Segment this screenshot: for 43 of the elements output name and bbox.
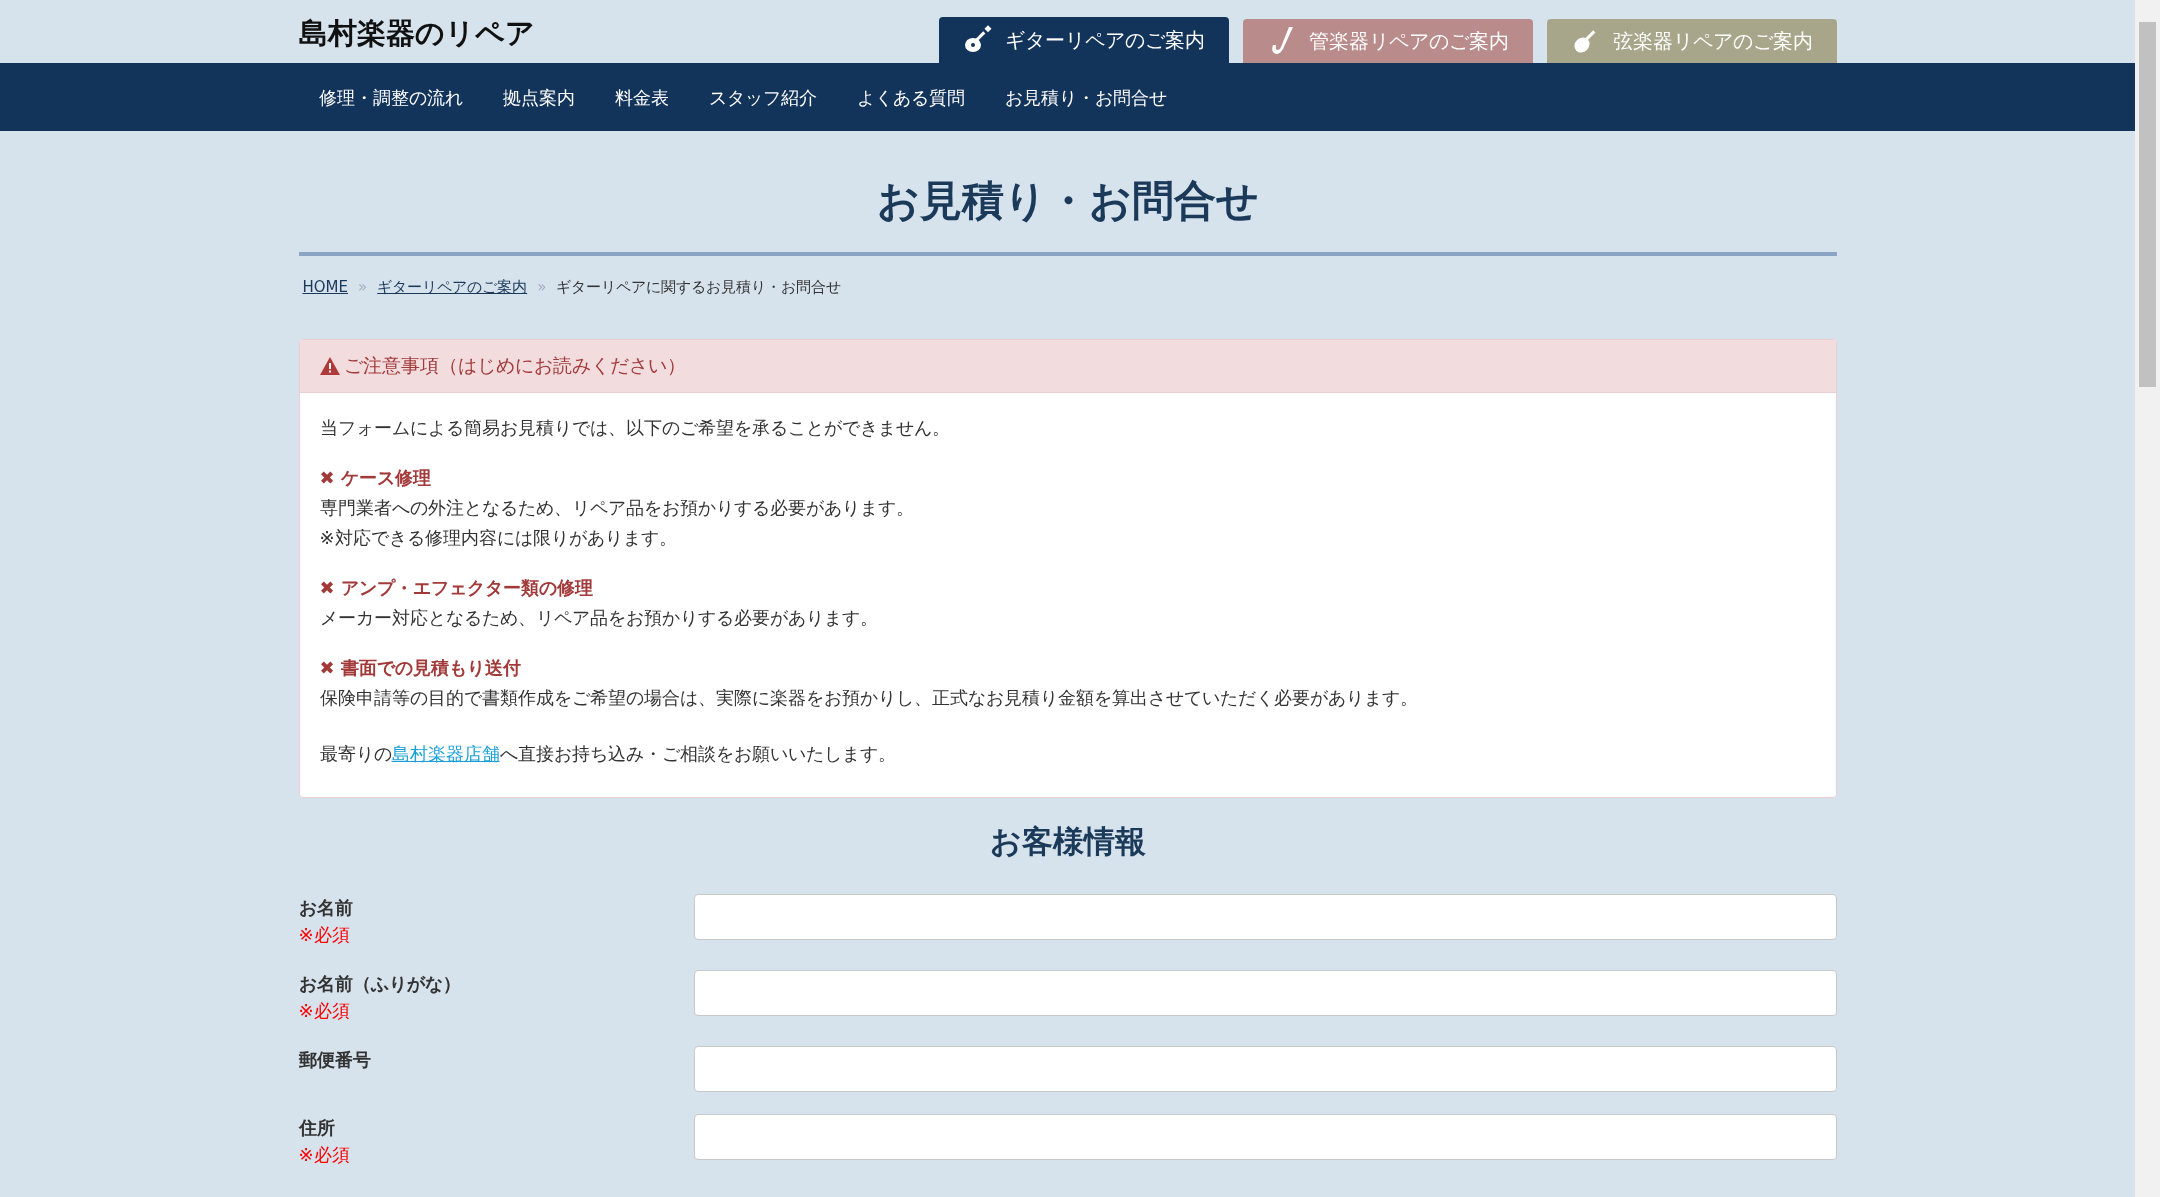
input-field[interactable] (693, 894, 1837, 940)
notice-closing: 最寄りの島村楽器店舗へ直接お持ち込み・ご相談をお願いいたします。 (319, 741, 897, 766)
scrollbar-thumb[interactable] (2139, 22, 2156, 387)
required-note: ※必須 (298, 999, 351, 1023)
scrollbar[interactable] (2135, 0, 2160, 1197)
notice-heading: ご注意事項（はじめにお読みください） (343, 353, 686, 379)
field-label: 郵便番号 (298, 1048, 372, 1072)
notice-item-title: 書面での見積もり送付 (340, 655, 521, 680)
nav-link[interactable]: スタッフ紹介 (708, 83, 817, 111)
notice-item-text: ※対応できる修理内容には限りがあります。 (319, 525, 678, 550)
input-field[interactable] (693, 1046, 1837, 1092)
breadcrumb-current: ギターリペアに関するお見積り・お問合せ (556, 277, 842, 298)
notice-item-text: メーカー対応となるため、リペア品をお預かりする必要があります。 (319, 605, 879, 630)
notice-item-title: ケース修理 (340, 465, 431, 490)
required-note: ※必須 (298, 1143, 351, 1167)
warning-icon (319, 356, 340, 375)
nav-link[interactable]: お見積り・お問合せ (1004, 83, 1167, 111)
breadcrumb-link[interactable]: HOME (302, 276, 348, 299)
field-label: お名前（ふりがな） (298, 972, 462, 996)
input-field[interactable] (693, 1114, 1837, 1160)
notice-item-title: アンプ・エフェクター類の修理 (340, 575, 593, 600)
nav-link[interactable]: 料金表 (614, 83, 669, 111)
required-note: ※必須 (298, 923, 351, 947)
nav-link[interactable]: 拠点案内 (502, 83, 575, 111)
input-field[interactable] (693, 970, 1837, 1016)
breadcrumb-link[interactable]: ギターリペアのご案内 (377, 276, 528, 299)
cross-mark-icon: ✖ (319, 652, 335, 683)
field-label: お名前 (298, 896, 354, 920)
nav-link[interactable]: 修理・調整の流れ (318, 83, 463, 111)
breadcrumb-separator: » (358, 277, 368, 298)
notice-item-text: 専門業者への外注となるため、リペア品をお預かりする必要があります。 (319, 495, 915, 520)
cross-mark-icon: ✖ (319, 462, 335, 493)
guitar-icon (962, 25, 993, 55)
notice-item-text: 保険申請等の目的で書類作成をご希望の場合は、実際に楽器をお預かりし、正式なお見積り金額を算出させていただく必要があります。 (319, 685, 1419, 710)
breadcrumb-separator: » (537, 277, 547, 298)
category-tab[interactable]: ギターリペアのご案内 (938, 17, 1229, 63)
cross-mark-icon: ✖ (319, 572, 335, 603)
field-label: 住所 (298, 1116, 336, 1140)
page-title: お見積り・お問合せ (298, 169, 1837, 256)
site-logo[interactable]: 島村楽器のリペア (298, 12, 535, 56)
section-title: お客様情報 (988, 821, 1147, 861)
nav-link[interactable]: よくある質問 (856, 83, 965, 111)
notice-intro: 当フォームによる簡易お見積りでは、以下のご希望を承ることができません。 (319, 415, 951, 440)
